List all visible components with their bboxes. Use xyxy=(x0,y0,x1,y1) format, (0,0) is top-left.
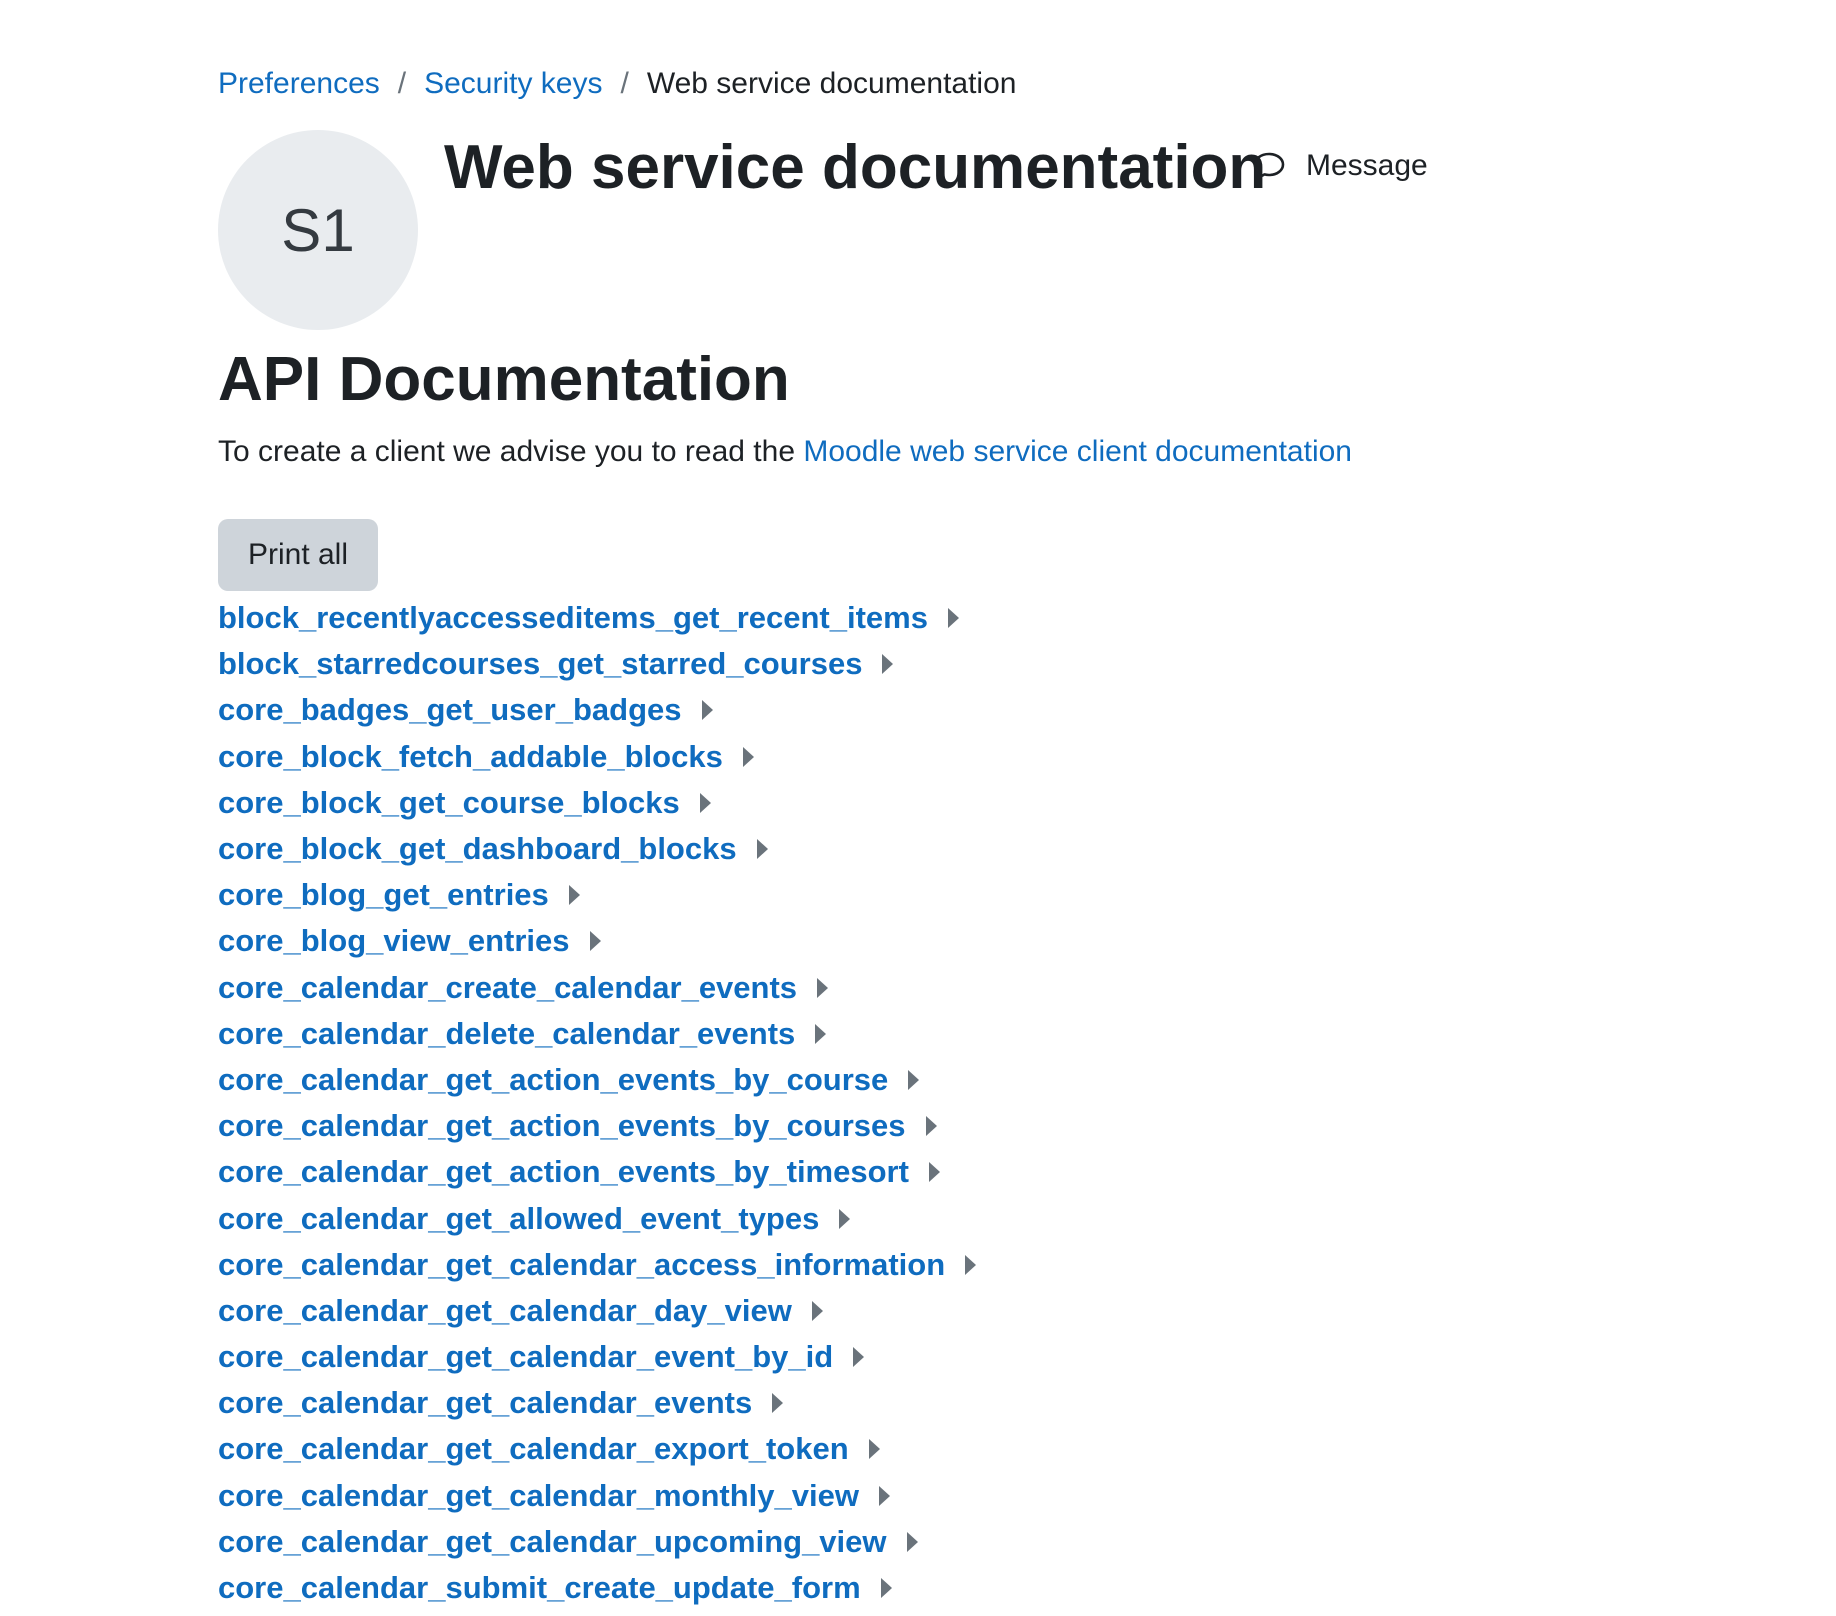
function-link[interactable]: core_calendar_get_calendar_monthly_view xyxy=(218,1478,859,1514)
function-list-item: core_calendar_get_calendar_upcoming_view xyxy=(218,1519,976,1565)
function-list-item: core_calendar_get_calendar_access_inform… xyxy=(218,1242,977,1288)
function-list-item: core_block_get_course_blocks xyxy=(218,780,976,826)
caret-right-icon[interactable] xyxy=(882,654,894,675)
function-list-item: core_calendar_create_calendar_events xyxy=(218,965,976,1011)
function-list-item: core_badges_get_user_badges xyxy=(218,687,976,733)
print-all-button[interactable]: Print all xyxy=(218,519,378,591)
intro-text: To create a client we advise you to read… xyxy=(218,432,1352,472)
caret-right-icon[interactable] xyxy=(811,1300,823,1321)
caret-right-icon[interactable] xyxy=(839,1208,851,1229)
caret-right-icon[interactable] xyxy=(880,1578,892,1599)
function-list: block_recentlyaccesseditems_get_recent_i… xyxy=(218,595,977,1611)
function-link[interactable]: block_recentlyaccesseditems_get_recent_i… xyxy=(218,600,928,636)
api-documentation-heading: API Documentation xyxy=(218,345,790,414)
function-link[interactable]: core_calendar_get_allowed_event_types xyxy=(218,1201,819,1237)
caret-right-icon[interactable] xyxy=(928,1162,940,1183)
caret-right-icon[interactable] xyxy=(756,839,768,860)
caret-right-icon[interactable] xyxy=(906,1531,918,1552)
function-link[interactable]: core_calendar_get_calendar_upcoming_view xyxy=(218,1524,887,1560)
function-list-item: core_calendar_delete_calendar_events xyxy=(218,1011,976,1057)
caret-right-icon[interactable] xyxy=(878,1485,890,1506)
function-link[interactable]: core_calendar_get_action_events_by_cours… xyxy=(218,1062,888,1098)
message-button[interactable]: Message xyxy=(1252,146,1428,186)
caret-right-icon[interactable] xyxy=(699,792,711,813)
function-list-item: core_calendar_get_calendar_event_by_id xyxy=(218,1334,976,1380)
function-link[interactable]: core_calendar_get_calendar_events xyxy=(218,1385,752,1421)
breadcrumb-security-keys-link[interactable]: Security keys xyxy=(424,67,602,100)
function-list-item: block_starredcourses_get_starred_courses xyxy=(218,641,976,687)
breadcrumb-current: Web service documentation xyxy=(646,67,1017,100)
function-list-item: core_calendar_get_calendar_monthly_view xyxy=(218,1473,976,1519)
caret-right-icon[interactable] xyxy=(701,700,713,721)
caret-right-icon[interactable] xyxy=(568,885,580,906)
breadcrumb-preferences-link[interactable]: Preferences xyxy=(218,67,380,100)
function-list-item: core_calendar_get_allowed_event_types xyxy=(218,1195,976,1241)
caret-right-icon[interactable] xyxy=(742,746,754,767)
message-label: Message xyxy=(1306,149,1428,182)
caret-right-icon[interactable] xyxy=(908,1069,920,1090)
message-icon xyxy=(1253,152,1285,180)
function-link[interactable]: core_calendar_create_calendar_events xyxy=(218,970,797,1006)
breadcrumb-separator: / xyxy=(397,67,407,100)
function-list-item: core_calendar_get_action_events_by_cours… xyxy=(218,1103,976,1149)
function-link[interactable]: core_calendar_get_calendar_day_view xyxy=(218,1293,792,1329)
caret-right-icon[interactable] xyxy=(589,931,601,952)
function-link[interactable]: core_block_get_course_blocks xyxy=(218,785,680,821)
caret-right-icon[interactable] xyxy=(925,1116,937,1137)
function-link[interactable]: core_block_get_dashboard_blocks xyxy=(218,831,737,867)
breadcrumb: Preferences / Security keys / Web service do… xyxy=(218,64,1016,104)
function-link[interactable]: core_blog_get_entries xyxy=(218,877,549,913)
function-list-item: core_blog_view_entries xyxy=(218,918,976,964)
caret-right-icon[interactable] xyxy=(965,1254,977,1275)
avatar: S1 xyxy=(218,130,418,330)
page-title: Web service documentation xyxy=(444,133,1267,202)
function-list-item: core_blog_get_entries xyxy=(218,872,976,918)
function-link[interactable]: core_blog_view_entries xyxy=(218,923,570,959)
function-list-item: block_recentlyaccesseditems_get_recent_i… xyxy=(218,595,976,641)
function-link[interactable]: core_calendar_get_action_events_by_cours… xyxy=(218,1108,906,1144)
intro-prefix: To create a client we advise you to read… xyxy=(218,435,804,468)
function-list-item: core_block_fetch_addable_blocks xyxy=(218,734,976,780)
caret-right-icon[interactable] xyxy=(772,1393,784,1414)
function-link[interactable]: block_starredcourses_get_starred_courses xyxy=(218,646,862,682)
function-link[interactable]: core_calendar_delete_calendar_events xyxy=(218,1016,795,1052)
breadcrumb-separator: / xyxy=(620,67,629,100)
function-list-item: core_calendar_get_calendar_export_token xyxy=(218,1426,976,1472)
function-list-item: core_block_get_dashboard_blocks xyxy=(218,826,976,872)
function-link[interactable]: core_calendar_submit_create_update_form xyxy=(218,1570,861,1606)
avatar-initials: S1 xyxy=(281,196,355,264)
caret-right-icon[interactable] xyxy=(868,1439,880,1460)
caret-right-icon[interactable] xyxy=(853,1347,865,1368)
function-link[interactable]: core_badges_get_user_badges xyxy=(218,692,682,728)
function-list-item: core_calendar_get_action_events_by_times… xyxy=(218,1149,976,1195)
function-link[interactable]: core_calendar_get_calendar_export_token xyxy=(218,1431,849,1467)
function-list-item: core_calendar_submit_create_update_form xyxy=(218,1565,976,1611)
function-list-item: core_calendar_get_calendar_day_view xyxy=(218,1288,976,1334)
function-link[interactable]: core_calendar_get_action_events_by_times… xyxy=(218,1154,909,1190)
function-list-item: core_calendar_get_calendar_events xyxy=(218,1380,976,1426)
caret-right-icon[interactable] xyxy=(817,977,829,998)
caret-right-icon[interactable] xyxy=(815,1023,827,1044)
caret-right-icon[interactable] xyxy=(947,608,959,629)
function-link[interactable]: core_block_fetch_addable_blocks xyxy=(218,739,723,775)
function-link[interactable]: core_calendar_get_calendar_access_inform… xyxy=(218,1247,945,1283)
function-link[interactable]: core_calendar_get_calendar_event_by_id xyxy=(218,1339,833,1375)
client-documentation-link[interactable]: Moodle web service client documentation xyxy=(803,435,1352,468)
function-list-item: core_calendar_get_action_events_by_cours… xyxy=(218,1057,976,1103)
